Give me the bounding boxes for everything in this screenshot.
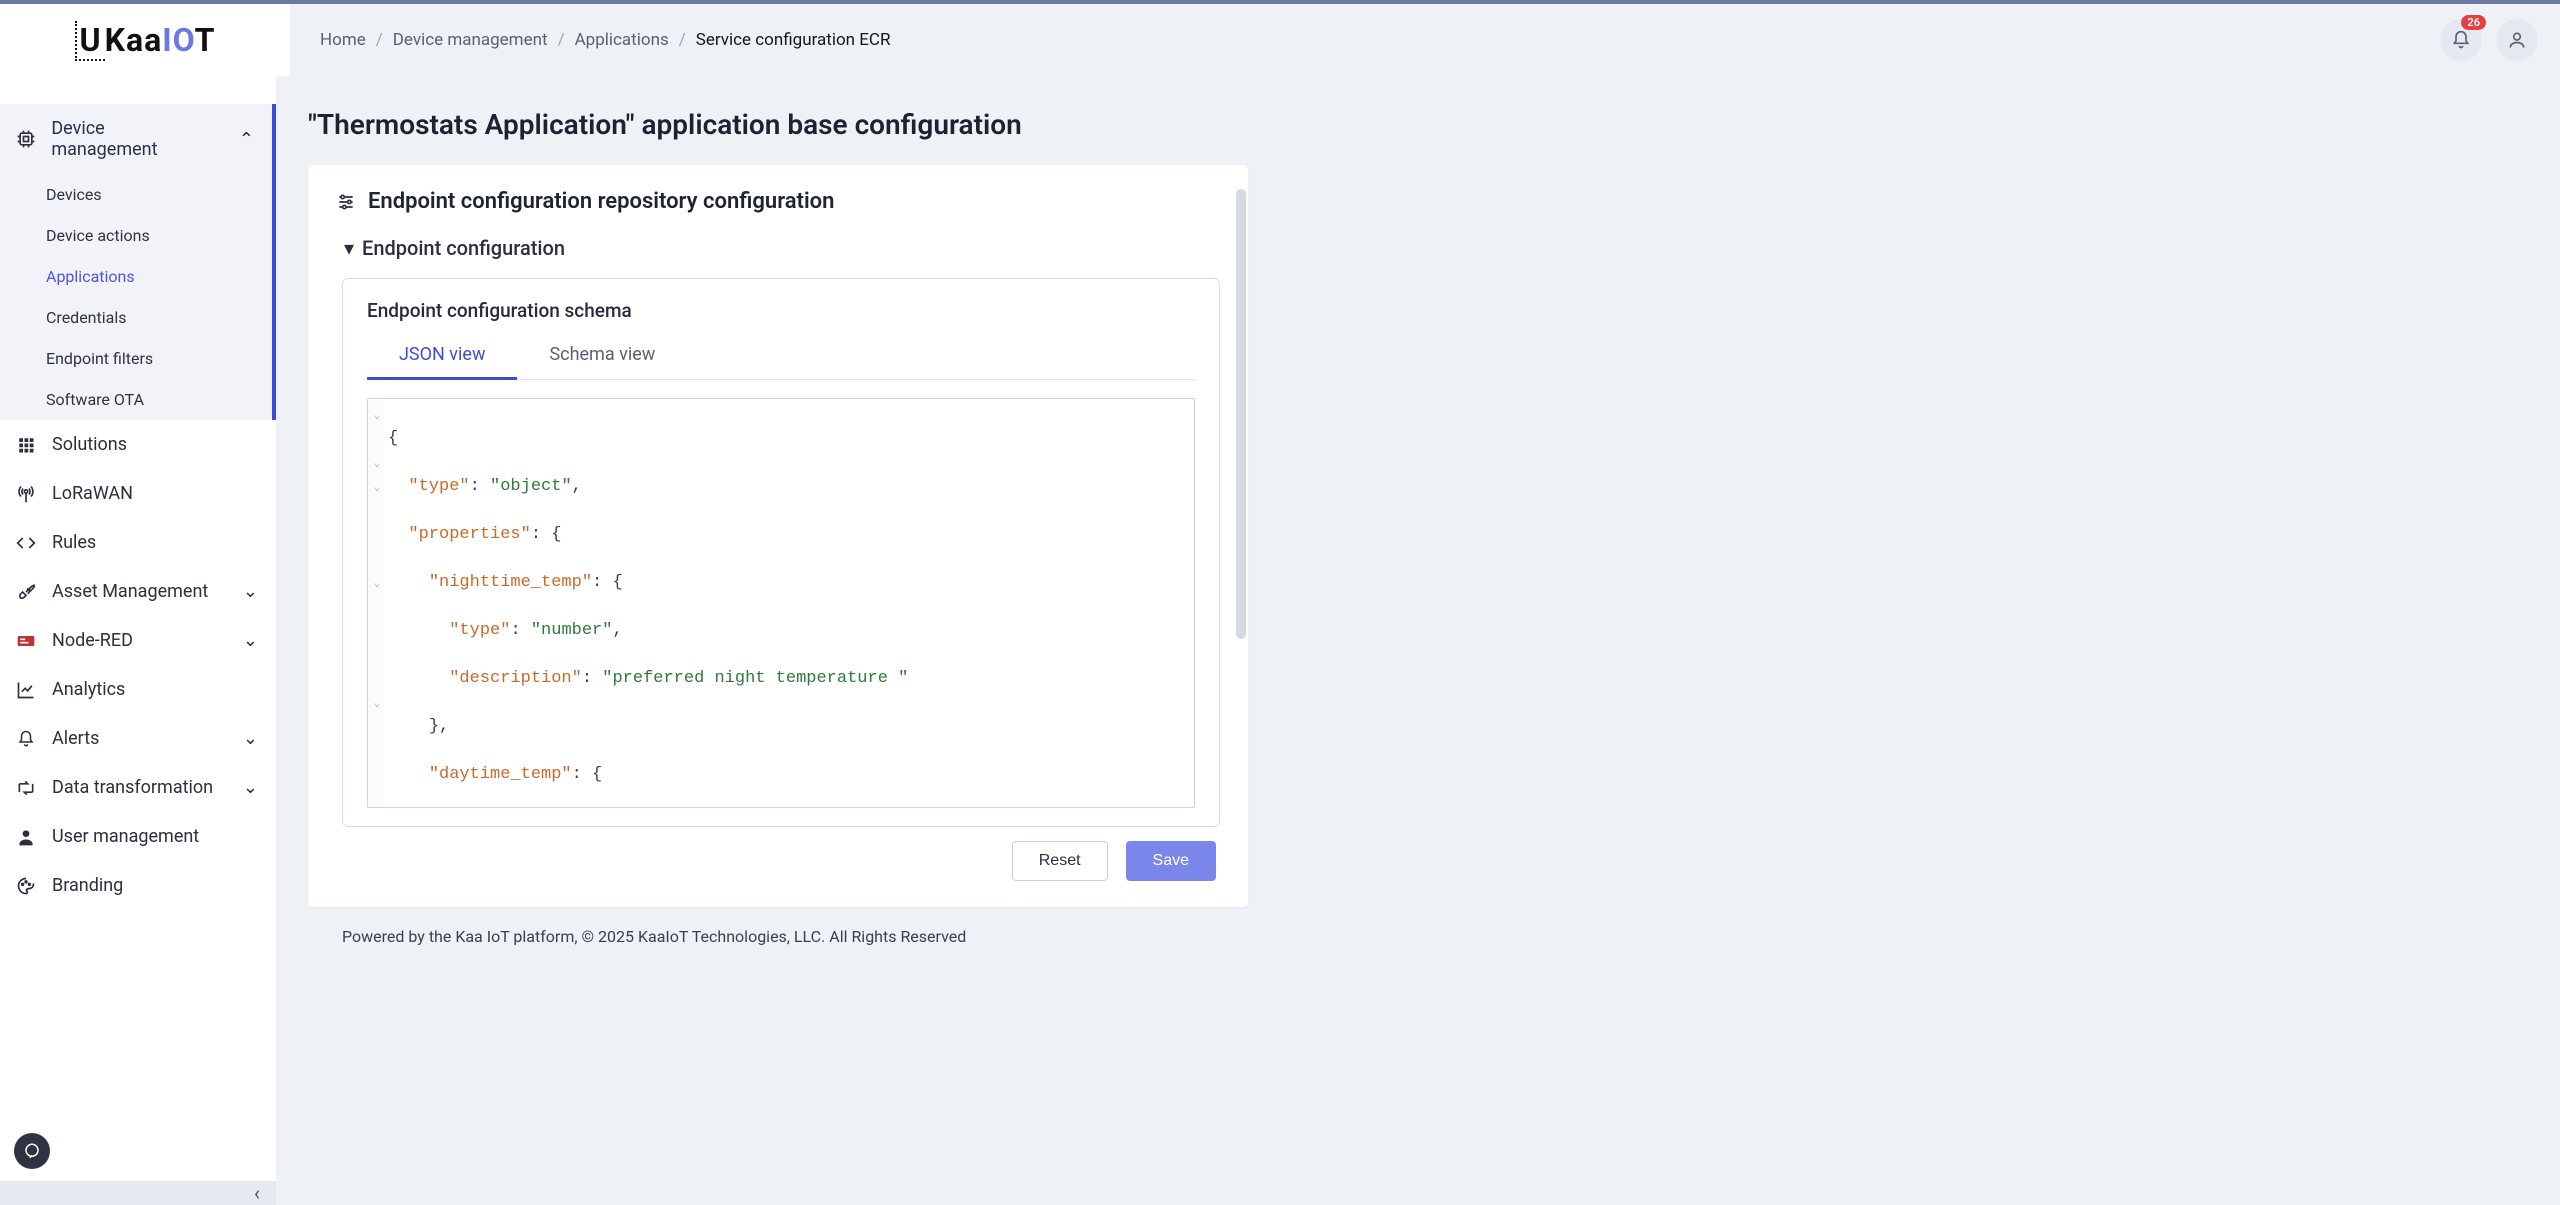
sidebar-item-analytics[interactable]: Analytics <box>0 665 276 714</box>
sidebar-item-label: LoRaWAN <box>52 483 133 504</box>
schema-tabs: JSON view Schema view <box>367 332 1195 380</box>
sidebar-item-solutions[interactable]: Solutions <box>0 420 276 469</box>
sidebar-item-node-red[interactable]: Node-RED ⌄ <box>0 616 276 665</box>
sidebar-item-asset-management[interactable]: Asset Management ⌄ <box>0 567 276 616</box>
schema-title: Endpoint configuration schema <box>367 299 1195 322</box>
json-editor[interactable]: ⌄⌄⌄⌄⌄ { "type": "object", "properties": … <box>367 398 1195 808</box>
card-header-label: Endpoint configuration repository config… <box>368 189 834 214</box>
sidebar-item-label: Software OTA <box>46 390 144 409</box>
chip-icon <box>16 129 36 149</box>
sidebar-item-label: Asset Management <box>52 581 208 602</box>
reset-button[interactable]: Reset <box>1012 841 1108 881</box>
sidebar-item-label: Credentials <box>46 308 127 327</box>
config-card: Endpoint configuration repository config… <box>308 165 1248 907</box>
chat-icon <box>23 1142 41 1160</box>
grid-icon <box>17 436 35 454</box>
code-icon <box>16 533 36 553</box>
separator: / <box>679 30 686 50</box>
breadcrumb-home[interactable]: Home <box>320 30 366 50</box>
chart-icon <box>16 680 36 700</box>
chevron-left-icon: ‹ <box>254 1181 260 1205</box>
footer: Powered by the Kaa IoT platform, © 2025 … <box>308 907 2520 968</box>
sidebar-item-label: Rules <box>52 532 96 553</box>
sidebar-item-label: User management <box>52 826 199 847</box>
breadcrumb-devicemgmt[interactable]: Device management <box>393 30 548 50</box>
topbar: UKaaIOT Home / Device management / Appli… <box>0 4 2560 76</box>
profile-button[interactable] <box>2496 19 2538 61</box>
save-button[interactable]: Save <box>1126 841 1216 881</box>
fold-gutter[interactable]: ⌄⌄⌄⌄⌄ <box>368 399 384 807</box>
rocket-icon <box>16 582 36 602</box>
palette-icon <box>16 876 36 896</box>
transform-icon <box>16 778 36 798</box>
breadcrumb: Home / Device management / Applications … <box>290 4 2440 76</box>
logo-mark: U <box>75 21 105 61</box>
tab-schema-view[interactable]: Schema view <box>517 332 687 379</box>
header-actions: 26 <box>2440 4 2560 76</box>
scrollbar-thumb[interactable] <box>1236 189 1246 639</box>
sidebar-item-endpoint-filters[interactable]: Endpoint filters <box>0 338 276 379</box>
page-title: "Thermostats Application" application ba… <box>308 108 2520 141</box>
section-label: Endpoint configuration <box>362 236 565 260</box>
breadcrumb-current: Service configuration ECR <box>696 30 891 50</box>
user-icon <box>2507 30 2527 50</box>
notifications-button[interactable]: 26 <box>2440 19 2482 61</box>
sidebar-item-label: Solutions <box>52 434 127 455</box>
sidebar-item-devices[interactable]: Devices <box>0 174 276 215</box>
sidebar-item-device-management[interactable]: Device management ⌃ <box>0 104 276 174</box>
schema-box: Endpoint configuration schema JSON view … <box>342 278 1220 827</box>
chevron-up-icon: ⌃ <box>239 129 254 150</box>
sidebar-item-label: Alerts <box>52 728 99 749</box>
card-actions: Reset Save <box>336 827 1220 883</box>
chevron-down-icon: ⌄ <box>243 777 258 798</box>
logo[interactable]: UKaaIOT <box>0 4 290 76</box>
sidebar-item-device-actions[interactable]: Device actions <box>0 215 276 256</box>
sidebar-item-data-transformation[interactable]: Data transformation ⌄ <box>0 763 276 812</box>
sidebar-item-label: Endpoint filters <box>46 349 153 368</box>
chevron-down-icon: ⌄ <box>243 581 258 602</box>
caret-down-icon: ▾ <box>344 236 354 260</box>
sidebar-collapse-button[interactable]: ‹ <box>0 1181 276 1205</box>
tab-json-view[interactable]: JSON view <box>367 332 517 379</box>
bell-icon <box>2451 30 2471 50</box>
bell-icon <box>17 730 35 748</box>
chevron-down-icon: ⌄ <box>243 630 258 651</box>
sidebar-item-user-management[interactable]: User management <box>0 812 276 861</box>
sidebar-item-label: Device actions <box>46 226 150 245</box>
separator: / <box>376 30 383 50</box>
chat-fab[interactable] <box>14 1133 50 1169</box>
content: "Thermostats Application" application ba… <box>276 76 2560 1205</box>
sidebar-item-alerts[interactable]: Alerts ⌄ <box>0 714 276 763</box>
separator: / <box>558 30 565 50</box>
sidebar-item-branding[interactable]: Branding <box>0 861 276 910</box>
user-icon <box>16 827 36 847</box>
notifications-badge: 26 <box>2461 15 2486 30</box>
chevron-down-icon: ⌄ <box>243 728 258 749</box>
sidebar: Device management ⌃ Devices Device actio… <box>0 76 276 1205</box>
sidebar-item-label: Device management <box>51 118 211 160</box>
sidebar-item-label: Applications <box>46 267 135 286</box>
sidebar-item-rules[interactable]: Rules <box>0 518 276 567</box>
sliders-icon <box>336 192 356 212</box>
sidebar-item-applications[interactable]: Applications <box>0 256 276 297</box>
code-body[interactable]: { "type": "object", "properties": { "nig… <box>384 399 1194 807</box>
sidebar-item-label: Branding <box>52 875 123 896</box>
sidebar-item-software-ota[interactable]: Software OTA <box>0 379 276 420</box>
scrollbar[interactable] <box>1236 189 1246 779</box>
antenna-icon <box>16 484 36 504</box>
node-red-icon <box>16 631 36 651</box>
sidebar-item-label: Analytics <box>52 679 125 700</box>
breadcrumb-applications[interactable]: Applications <box>575 30 669 50</box>
sidebar-item-label: Data transformation <box>52 777 213 798</box>
sidebar-item-lorawan[interactable]: LoRaWAN <box>0 469 276 518</box>
sidebar-item-label: Devices <box>46 185 102 204</box>
sidebar-item-label: Node-RED <box>52 630 133 651</box>
card-header: Endpoint configuration repository config… <box>336 189 1220 214</box>
section-toggle[interactable]: ▾ Endpoint configuration <box>344 236 1220 260</box>
sidebar-item-credentials[interactable]: Credentials <box>0 297 276 338</box>
